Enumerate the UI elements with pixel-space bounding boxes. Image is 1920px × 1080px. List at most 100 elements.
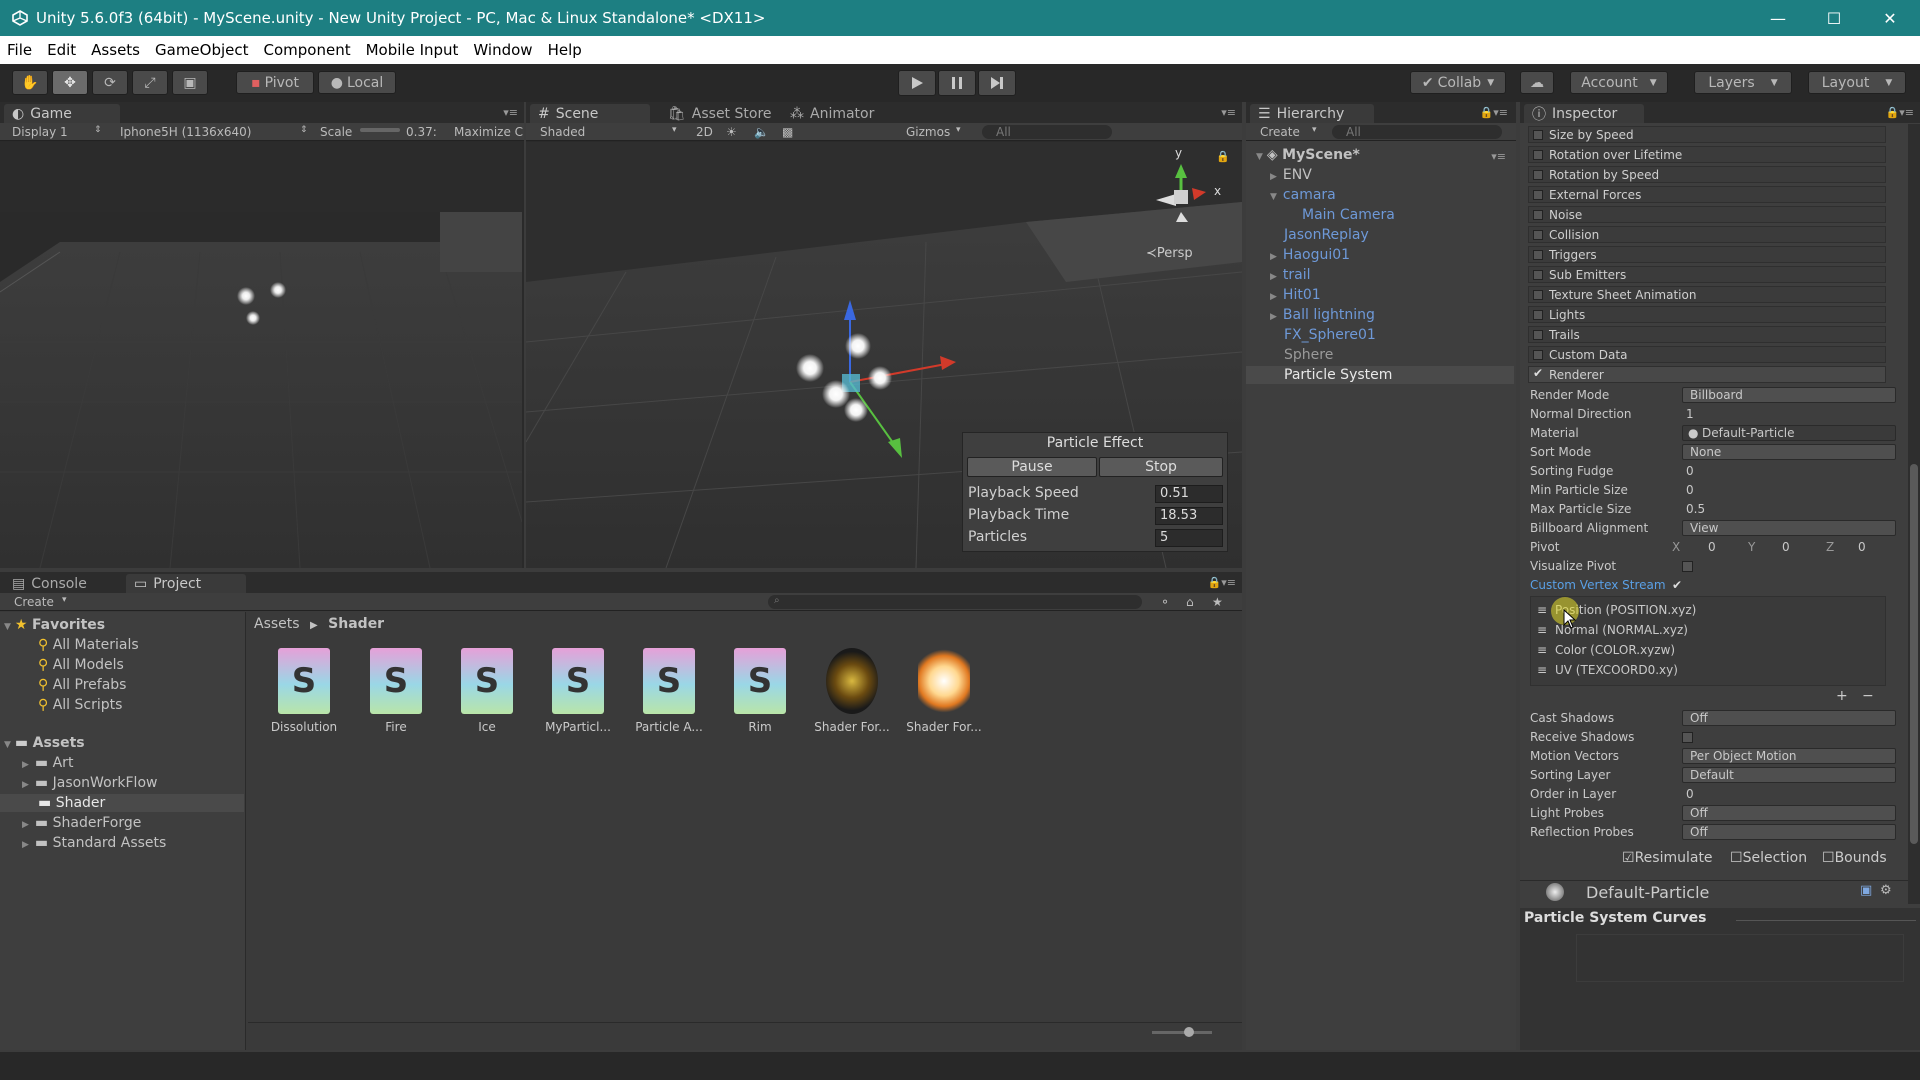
asset-fire[interactable]: S Fire [356,648,436,734]
collab-button[interactable]: ✔ Collab ▼ [1410,71,1506,94]
asset-myparticle[interactable]: S MyParticl... [538,648,618,734]
scene-search-input[interactable]: All [982,125,1112,139]
module-external-forces[interactable]: External Forces [1528,186,1886,203]
add-stream-button[interactable]: + [1836,688,1848,704]
favorite-all-prefabs[interactable]: ⚲ All Prefabs [38,676,126,694]
breadcrumb-shader[interactable]: Shader [328,616,384,632]
pause-button[interactable] [938,70,976,96]
asset-shader-forge-2[interactable]: Shader For... [904,648,984,734]
folder-shader[interactable]: ▬ Shader [0,794,244,812]
favorite-all-models[interactable]: ⚲ All Models [38,656,124,674]
move-tool-button[interactable]: ✥ [52,70,88,95]
audio-toggle-icon[interactable]: 🔈 [754,125,769,139]
module-noise[interactable]: Noise [1528,206,1886,223]
pivot-y-field[interactable]: 0 [1782,540,1790,554]
gizmos-dropdown[interactable]: Gizmos [906,125,950,139]
curves-editor[interactable] [1576,934,1904,982]
menu-component[interactable]: Component [257,41,359,59]
hierarchy-search-input[interactable]: All [1332,125,1502,139]
reflection-probes-dropdown[interactable] [1682,824,1896,840]
tab-hierarchy[interactable]: ☰ Hierarchy [1250,104,1374,123]
resolution-dropdown[interactable]: Iphone5H (1136x640) [120,125,251,139]
project-create-dropdown[interactable]: Create [14,595,54,609]
pivot-x-field[interactable]: 0 [1708,540,1716,554]
lock-icon[interactable]: 🔒 [1216,150,1230,163]
step-button[interactable] [978,70,1016,96]
module-triggers[interactable]: Triggers [1528,246,1886,263]
menu-file[interactable]: File [0,41,40,59]
remove-stream-button[interactable]: − [1862,688,1874,704]
layers-dropdown[interactable]: Layers ▼ [1694,71,1792,94]
cast-shadows-dropdown[interactable] [1682,710,1896,726]
stop-particles-button[interactable]: Stop [1099,457,1223,477]
module-sub-emitters[interactable]: Sub Emitters [1528,266,1886,283]
module-checkbox[interactable] [1533,330,1543,340]
asset-ice[interactable]: S Ice [447,648,527,734]
scene-menu-icon[interactable]: ▾≡ [1491,150,1506,163]
stream-item[interactable]: ≡ Position (POSITION.xyz) [1537,601,1891,619]
normal-direction-field[interactable]: 1 [1686,407,1694,421]
playback-time-field[interactable]: 18.53 [1155,507,1223,525]
folder-jasonworkflow[interactable]: ▶ ▬ JasonWorkFlow [22,774,157,792]
favorite-star-icon[interactable]: ★ [1212,595,1223,609]
hierarchy-item-trail[interactable]: ▶ trail [1270,266,1311,284]
stream-item[interactable]: ≡ Normal (NORMAL.xyz) [1537,621,1891,639]
layout-dropdown[interactable]: Layout ▼ [1808,71,1906,94]
menu-gameobject[interactable]: GameObject [148,41,257,59]
pivot-z-field[interactable]: 0 [1858,540,1866,554]
project-search-input[interactable] [768,595,1142,609]
game-view[interactable] [0,142,522,604]
module-checkbox[interactable] [1533,250,1543,260]
assets-header[interactable]: ▼ ▬ Assets [4,734,85,752]
close-button[interactable]: ✕ [1862,0,1918,36]
module-trails[interactable]: Trails [1528,326,1886,343]
breadcrumb-assets[interactable]: Assets [254,616,300,632]
scale-slider[interactable] [360,128,400,132]
panel-menu-icon[interactable]: 🔒▾≡ [1886,106,1914,119]
hierarchy-item-camara[interactable]: ▼ camara [1270,186,1336,204]
account-dropdown[interactable]: Account ▼ [1570,71,1668,94]
hierarchy-item-fx-sphere01[interactable]: FX_Sphere01 [1284,326,1376,344]
favorite-all-materials[interactable]: ⚲ All Materials [38,636,139,654]
drag-handle-icon[interactable]: ≡ [1537,623,1547,637]
stream-item[interactable]: ≡ UV (TEXCOORD0.xy) [1537,661,1891,679]
module-texture-sheet-animation[interactable]: Texture Sheet Animation [1528,286,1886,303]
tab-scene[interactable]: # Scene [530,104,650,123]
folder-standard-assets[interactable]: ▶ ▬ Standard Assets [22,834,166,852]
maximize-on-play-toggle[interactable]: Maximize C [454,125,523,139]
hierarchy-item-particle-system[interactable]: Particle System [1246,366,1514,384]
icon-size-slider-thumb[interactable] [1184,1027,1194,1037]
scale-tool-button[interactable]: ⤢ [132,70,168,95]
order-in-layer-field[interactable]: 0 [1686,787,1694,801]
pivot-toggle[interactable]: ▪ Pivot [236,71,314,94]
book-icon[interactable]: ▣ [1860,883,1872,898]
module-checkbox[interactable] [1533,310,1543,320]
filter-type-icon[interactable]: ⚬ [1160,595,1170,609]
light-probes-dropdown[interactable] [1682,805,1896,821]
menu-help[interactable]: Help [541,41,590,59]
panel-menu-icon[interactable]: 🔒▾≡ [1208,576,1236,589]
module-size-by-speed[interactable]: Size by Speed [1528,126,1886,143]
asset-dissolution[interactable]: S Dissolution [264,648,344,734]
module-checkbox[interactable] [1533,350,1543,360]
folder-art[interactable]: ▶ ▬ Art [22,754,73,772]
asset-rim[interactable]: S Rim [720,648,800,734]
module-checkbox[interactable] [1533,230,1543,240]
hierarchy-item-haogui01[interactable]: ▶ Haogui01 [1270,246,1350,264]
inspector-scrollbar[interactable] [1908,124,1920,904]
display-dropdown[interactable]: Display 1 [12,125,68,139]
panel-menu-icon[interactable]: ▾≡ [503,106,518,119]
asset-particle-a[interactable]: S Particle A... [629,648,709,734]
menu-edit[interactable]: Edit [40,41,84,59]
module-rotation-by-speed[interactable]: Rotation by Speed [1528,166,1886,183]
hierarchy-item-hit01[interactable]: ▶ Hit01 [1270,286,1321,304]
menu-window[interactable]: Window [466,41,540,59]
module-renderer[interactable]: ✔ Renderer [1528,366,1886,383]
tab-animator[interactable]: ⁂ Animator [782,104,902,123]
hierarchy-item-jasonreplay[interactable]: JasonReplay [1284,226,1369,244]
drag-handle-icon[interactable]: ≡ [1537,663,1547,677]
drag-handle-icon[interactable]: ≡ [1537,643,1547,657]
stream-item[interactable]: ≡ Color (COLOR.xyzw) [1537,641,1891,659]
rotate-tool-button[interactable]: ⟳ [92,70,128,95]
favorites-header[interactable]: ▼ ★ Favorites [4,616,105,634]
